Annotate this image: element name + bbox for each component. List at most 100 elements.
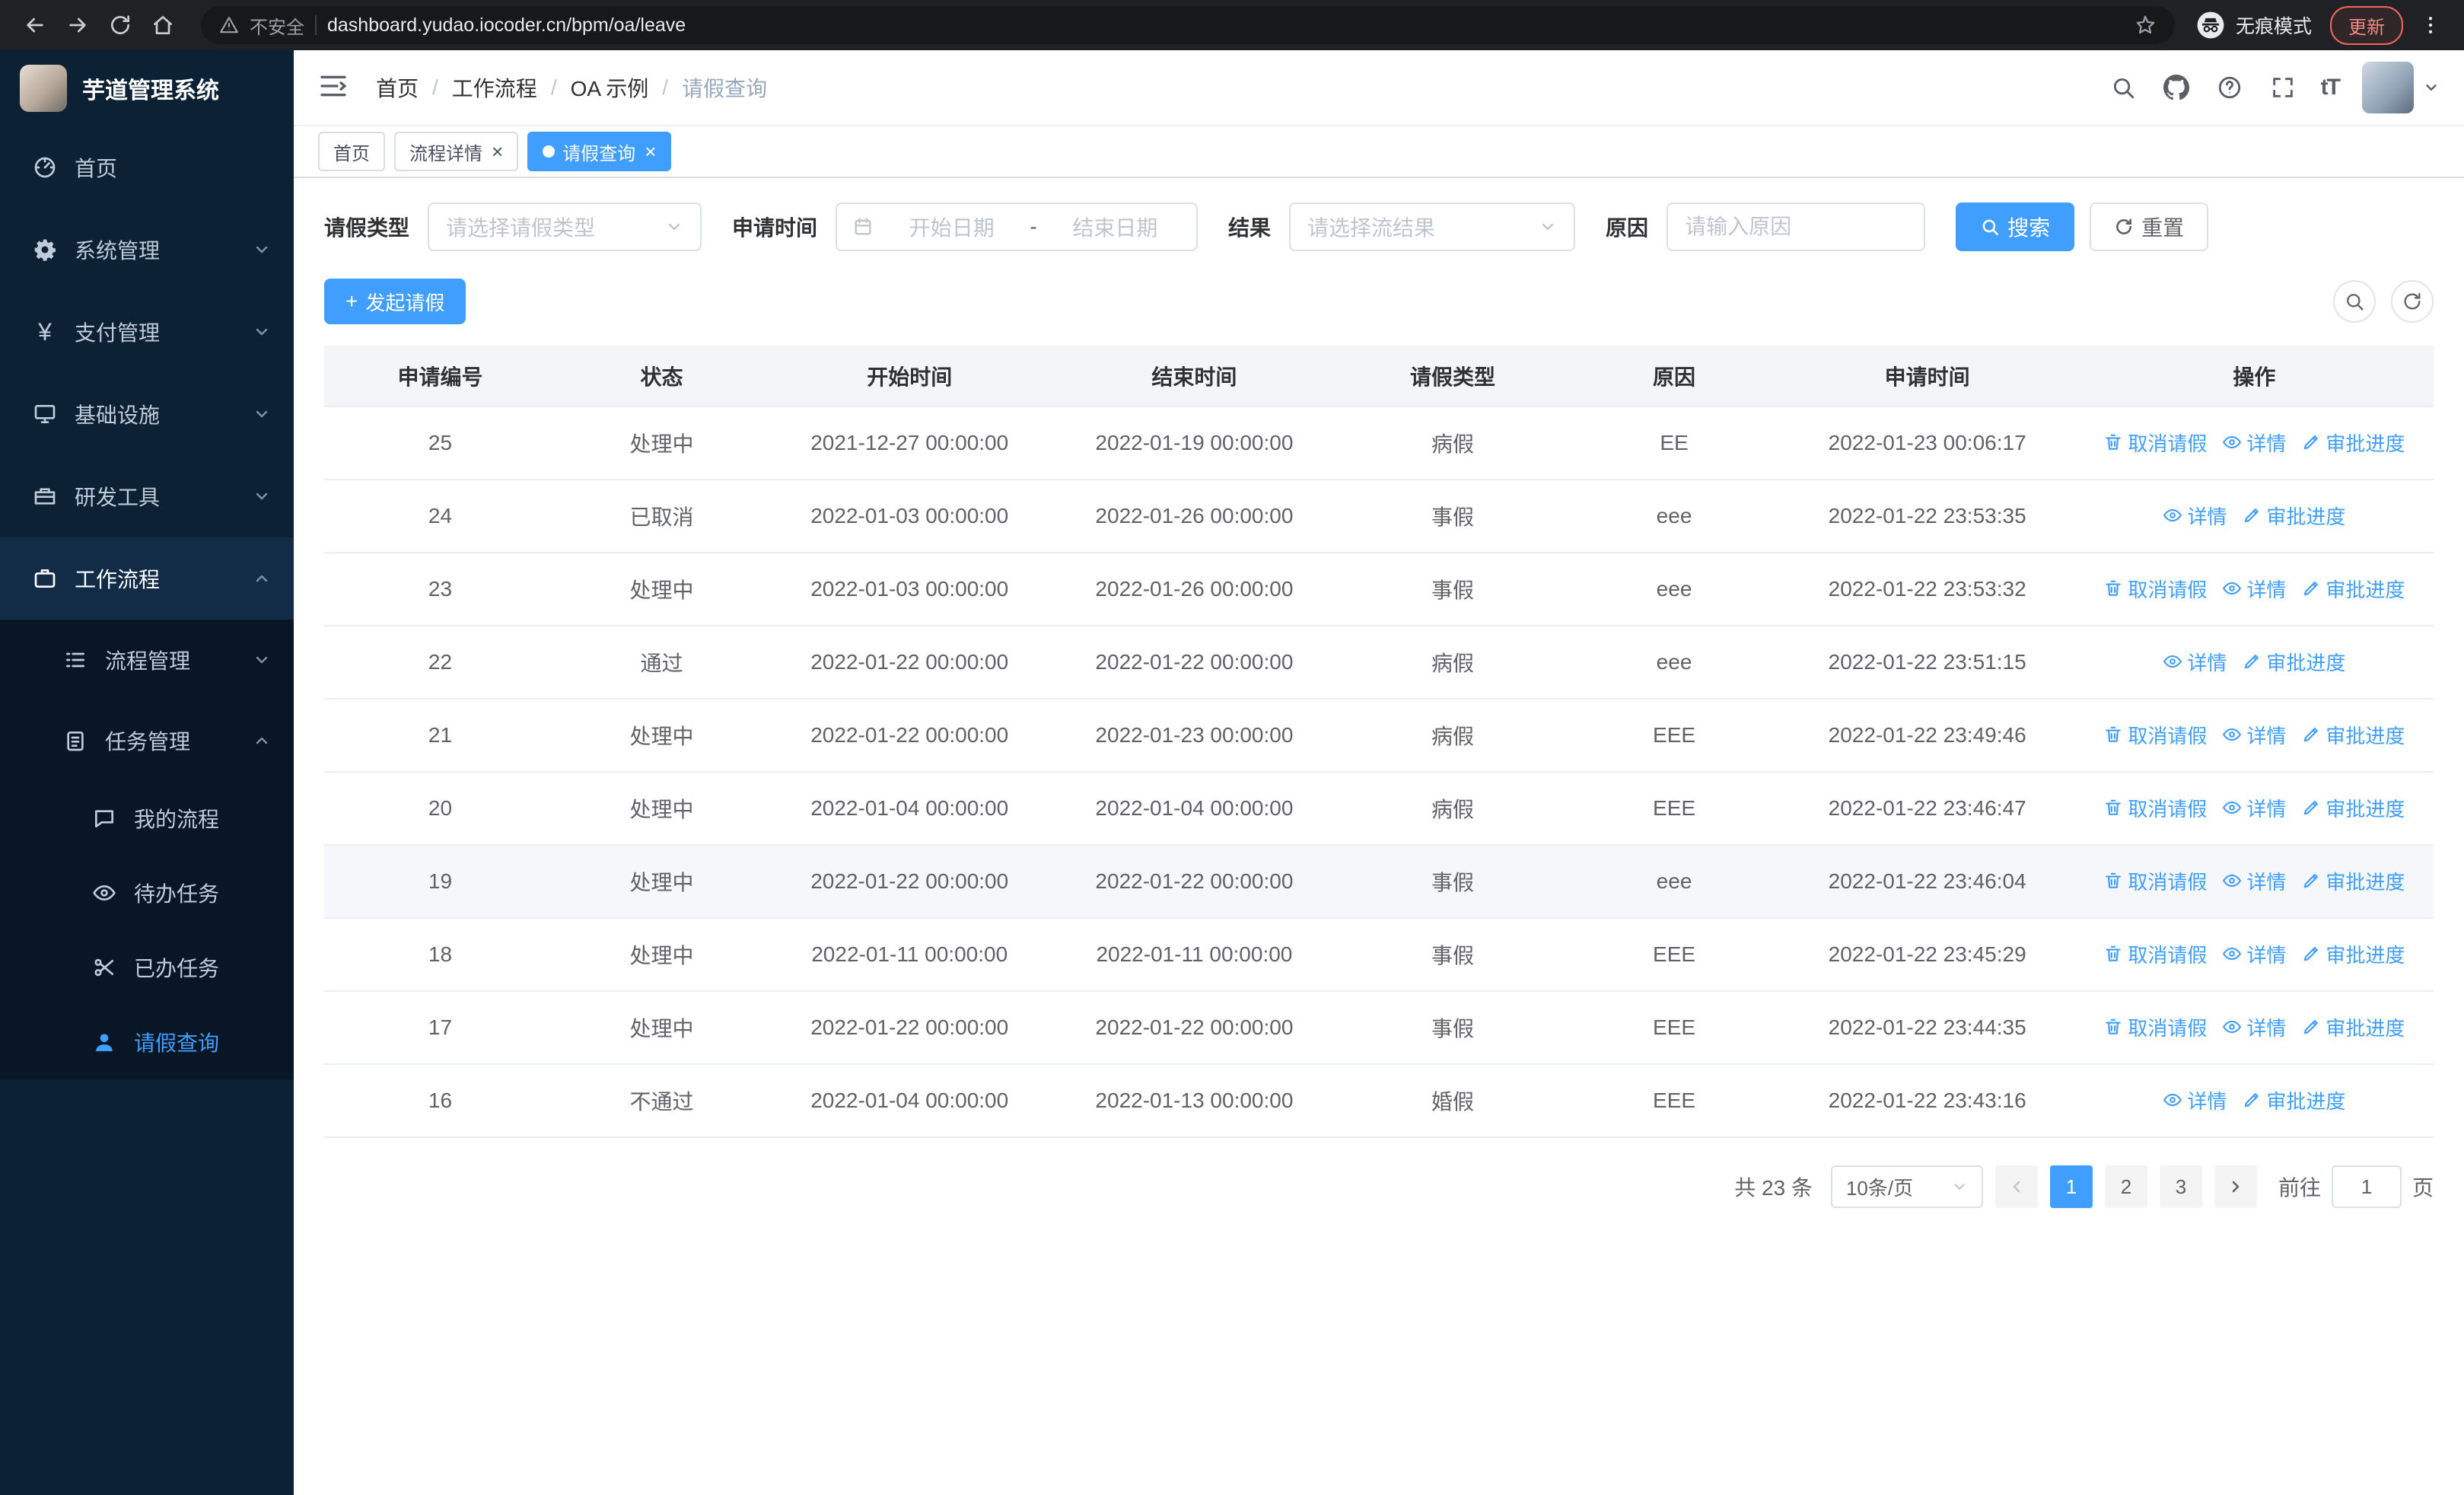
detail-link[interactable]: 详情: [2222, 575, 2286, 603]
approval-progress-link[interactable]: 审批进度: [2242, 648, 2345, 676]
sidebar-item-home[interactable]: 首页: [0, 126, 294, 209]
hamburger-icon: [320, 75, 347, 97]
breadcrumb: 首页 / 工作流程 / OA 示例 / 请假查询: [376, 72, 767, 103]
leave-type-select[interactable]: 请选择请假类型: [428, 202, 702, 251]
browser-update-button[interactable]: 更新: [2330, 5, 2403, 45]
cancel-leave-link[interactable]: 取消请假: [2103, 575, 2207, 603]
result-select[interactable]: 请选择流结果: [1289, 202, 1576, 251]
detail-link[interactable]: 详情: [2163, 502, 2227, 530]
goto-page-input[interactable]: [2331, 1165, 2402, 1208]
breadcrumb-oa-example[interactable]: OA 示例: [571, 72, 649, 103]
tab-process-detail[interactable]: 流程详情 ×: [394, 132, 519, 171]
detail-link[interactable]: 详情: [2163, 648, 2227, 676]
detail-link[interactable]: 详情: [2163, 1086, 2227, 1114]
user-menu[interactable]: [2362, 62, 2440, 113]
help-button[interactable]: [2214, 72, 2245, 103]
cell-status: 处理中: [556, 918, 768, 992]
approval-progress-link[interactable]: 审批进度: [2301, 721, 2405, 749]
detail-link[interactable]: 详情: [2222, 429, 2286, 457]
breadcrumb-workflow[interactable]: 工作流程: [452, 72, 537, 103]
approval-progress-link[interactable]: 审批进度: [2301, 940, 2405, 968]
action-label: 详情: [2246, 797, 2287, 821]
detail-link[interactable]: 详情: [2222, 1013, 2286, 1041]
approval-progress-link[interactable]: 审批进度: [2301, 794, 2405, 822]
search-button[interactable]: 搜索: [1956, 202, 2075, 251]
detail-link[interactable]: 详情: [2222, 940, 2286, 968]
sidebar-item-my-processes[interactable]: 我的流程: [0, 781, 294, 856]
browser-menu-button[interactable]: [2412, 7, 2449, 43]
eye-icon: [2223, 802, 2242, 814]
cell-status: 处理中: [556, 553, 768, 626]
cell-applied: 2022-01-22 23:44:35: [1779, 991, 2075, 1065]
cancel-leave-link[interactable]: 取消请假: [2103, 429, 2207, 457]
sidebar-item-task-management[interactable]: 任务管理: [0, 700, 294, 781]
cell-actions: 取消请假 详情 审批进度: [2074, 406, 2434, 480]
sidebar-item-done-tasks[interactable]: 已办任务: [0, 930, 294, 1005]
sidebar-item-infrastructure[interactable]: 基础设施: [0, 373, 294, 455]
reset-button[interactable]: 重置: [2090, 202, 2209, 251]
browser-home-button[interactable]: [143, 5, 183, 45]
app-logo[interactable]: 芋道管理系统: [0, 50, 294, 126]
approval-progress-link[interactable]: 审批进度: [2242, 502, 2345, 530]
browser-reload-button[interactable]: [100, 5, 140, 45]
cell-end: 2022-01-22 00:00:00: [1052, 991, 1337, 1065]
reason-input[interactable]: [1667, 202, 1926, 251]
fullscreen-icon: [2272, 78, 2293, 97]
security-label[interactable]: 不安全: [250, 12, 304, 39]
reset-button-label: 重置: [2141, 216, 2185, 240]
search-icon: [2347, 294, 2364, 311]
page-button-2[interactable]: 2: [2104, 1165, 2147, 1208]
sidebar-item-workflow[interactable]: 工作流程: [0, 537, 294, 620]
sidebar-item-process-management[interactable]: 流程管理: [0, 620, 294, 700]
create-leave-button[interactable]: + 发起请假: [324, 279, 466, 324]
approval-progress-link[interactable]: 审批进度: [2301, 1013, 2405, 1041]
sidebar-collapse-button[interactable]: [318, 71, 352, 104]
sidebar-item-dev-tools[interactable]: 研发工具: [0, 455, 294, 537]
prev-page-button[interactable]: [1994, 1165, 2038, 1208]
detail-link[interactable]: 详情: [2222, 867, 2286, 895]
close-icon[interactable]: ×: [643, 142, 656, 161]
cancel-leave-link[interactable]: 取消请假: [2103, 1013, 2207, 1041]
apply-time-range-picker[interactable]: 开始日期 - 结束日期: [836, 202, 1199, 251]
page-button-1[interactable]: 1: [2049, 1165, 2093, 1208]
leave-type-label: 请假类型: [324, 216, 410, 240]
cancel-leave-link[interactable]: 取消请假: [2103, 721, 2207, 749]
bookmark-star-icon[interactable]: [2134, 14, 2157, 37]
tab-home[interactable]: 首页: [318, 132, 385, 171]
approval-progress-link[interactable]: 审批进度: [2301, 575, 2405, 603]
approval-progress-link[interactable]: 审批进度: [2301, 867, 2405, 895]
refresh-icon: [2404, 292, 2421, 310]
fullscreen-button[interactable]: [2268, 72, 2298, 103]
url-text[interactable]: dashboard.yudao.iocoder.cn/bpm/oa/leave: [327, 14, 2123, 37]
eye-icon: [2223, 728, 2242, 741]
toggle-search-button[interactable]: [2333, 280, 2376, 323]
tab-label: 请假查询: [562, 143, 636, 164]
detail-link[interactable]: 详情: [2222, 794, 2286, 822]
sidebar-item-todo-tasks[interactable]: 待办任务: [0, 856, 294, 930]
browser-back-button[interactable]: [15, 5, 55, 45]
browser-forward-button[interactable]: [58, 5, 97, 45]
breadcrumb-home[interactable]: 首页: [376, 72, 419, 103]
github-button[interactable]: [2161, 72, 2192, 103]
approval-progress-link[interactable]: 审批进度: [2242, 1086, 2345, 1114]
refresh-table-button[interactable]: [2391, 280, 2434, 323]
tab-leave-query[interactable]: 请假查询 ×: [527, 132, 672, 171]
column-header-actions: 操作: [2074, 346, 2434, 407]
header-search-button[interactable]: [2108, 72, 2138, 103]
sidebar-item-leave-query[interactable]: 请假查询: [0, 1005, 294, 1079]
page-button-3[interactable]: 3: [2159, 1165, 2202, 1208]
approval-progress-link[interactable]: 审批进度: [2301, 429, 2405, 457]
detail-link[interactable]: 详情: [2222, 721, 2286, 749]
cancel-leave-link[interactable]: 取消请假: [2103, 794, 2207, 822]
cancel-leave-link[interactable]: 取消请假: [2103, 940, 2207, 968]
close-icon[interactable]: ×: [490, 142, 503, 161]
next-page-button[interactable]: [2214, 1165, 2257, 1208]
eye-icon: [2163, 1094, 2182, 1107]
cancel-leave-link[interactable]: 取消请假: [2103, 867, 2207, 895]
address-bar[interactable]: 不安全 dashboard.yudao.iocoder.cn/bpm/oa/le…: [201, 6, 2175, 44]
page-size-select[interactable]: 10条/页: [1830, 1165, 1983, 1208]
cell-applied: 2022-01-22 23:51:15: [1779, 626, 2075, 700]
sidebar-item-system-management[interactable]: 系统管理: [0, 209, 294, 291]
font-size-button[interactable]: tT: [2321, 75, 2341, 100]
sidebar-item-payment-management[interactable]: ¥ 支付管理: [0, 291, 294, 373]
